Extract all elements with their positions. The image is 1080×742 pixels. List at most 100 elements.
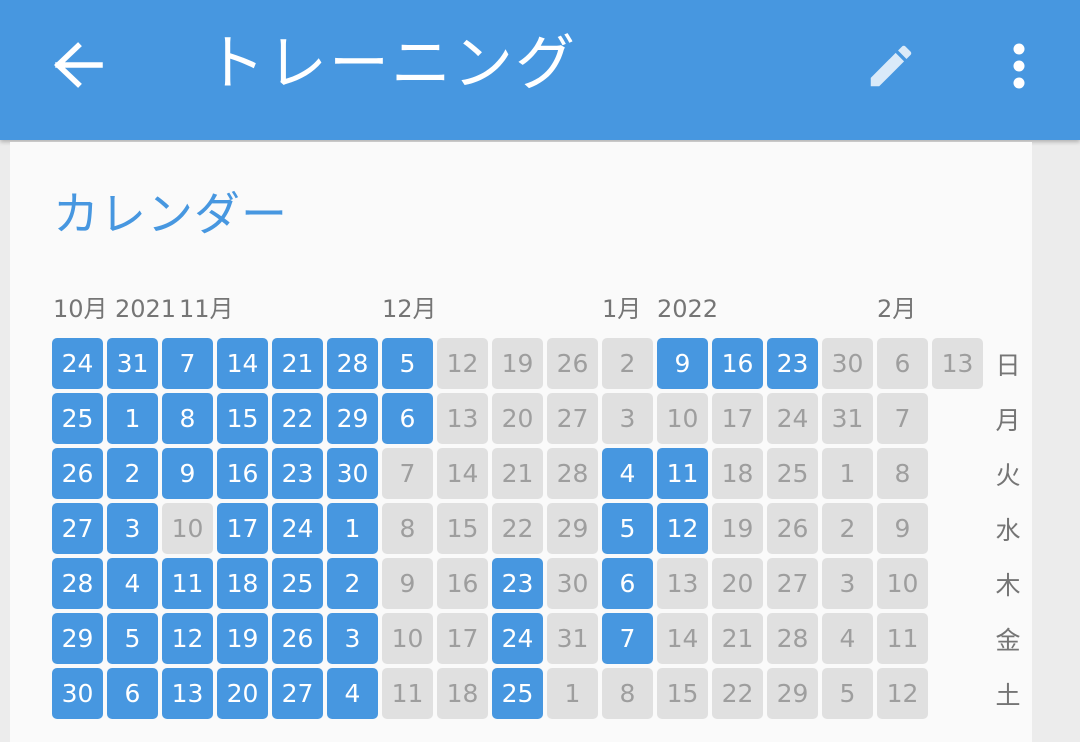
calendar-day-cell: 6: [602, 558, 653, 609]
calendar-day-cell: 22: [712, 668, 763, 719]
calendar-day-cell: 20: [712, 558, 763, 609]
calendar-day-cell: 15: [437, 503, 488, 554]
calendar-day-cell: 1: [547, 668, 598, 719]
calendar-day-cell: 28: [767, 613, 818, 664]
calendar-day-cell: 2: [327, 558, 378, 609]
calendar-day-cell: 17: [217, 503, 268, 554]
calendar-day-cell: 20: [217, 668, 268, 719]
calendar-day-cell: 23: [492, 558, 543, 609]
calendar-day-cell: 20: [492, 393, 543, 444]
calendar-day-cell: 2: [602, 338, 653, 389]
calendar-day-cell: 19: [492, 338, 543, 389]
calendar-day-cell: 30: [822, 338, 873, 389]
calendar-day-cell: 18: [437, 668, 488, 719]
calendar-day-cell: 8: [162, 393, 213, 444]
calendar-day-cell: 13: [162, 668, 213, 719]
calendar-day-cell: 16: [437, 558, 488, 609]
calendar-day-cell: 1: [327, 503, 378, 554]
calendar-day-cell: 5: [822, 668, 873, 719]
calendar-day-cell: 10: [877, 558, 928, 609]
calendar-day-cell: 7: [382, 448, 433, 499]
month-label-january: 1月: [602, 295, 642, 323]
weekday-label: 金: [995, 625, 1021, 655]
weekday-label: 土: [995, 680, 1021, 710]
calendar-day-cell: 5: [382, 338, 433, 389]
calendar-day-cell: 30: [327, 448, 378, 499]
calendar-day-cell: 23: [767, 338, 818, 389]
app-bar: トレーニング: [0, 0, 1080, 140]
weekday-label: 月: [995, 405, 1021, 435]
calendar-day-cell: 11: [657, 448, 708, 499]
calendar-day-cell: 28: [52, 558, 103, 609]
calendar-day-cell: 24: [52, 338, 103, 389]
calendar-day-cell: 12: [877, 668, 928, 719]
calendar-day-cell: 11: [162, 558, 213, 609]
calendar-day-cell: 30: [52, 668, 103, 719]
calendar-day-cell: 27: [272, 668, 323, 719]
calendar-day-cell: 29: [767, 668, 818, 719]
calendar-day-cell: 3: [822, 558, 873, 609]
edit-button[interactable]: [862, 38, 920, 94]
calendar-day-cell: 14: [217, 338, 268, 389]
calendar-day-cell: 4: [327, 668, 378, 719]
calendar-day-cell: 8: [602, 668, 653, 719]
calendar-day-cell: 7: [602, 613, 653, 664]
calendar-day-cell: 29: [52, 613, 103, 664]
calendar-day-cell: 13: [657, 558, 708, 609]
calendar-day-cell: 1: [822, 448, 873, 499]
calendar-day-cell: 12: [162, 613, 213, 664]
calendar-day-cell: 12: [657, 503, 708, 554]
calendar-day-cell: 25: [767, 448, 818, 499]
more-vert-icon: [1013, 43, 1025, 89]
calendar-day-cell: 23: [272, 448, 323, 499]
calendar-day-cell: 10: [382, 613, 433, 664]
calendar-day-cell: 25: [492, 668, 543, 719]
calendar-day-cell: 24: [767, 393, 818, 444]
calendar-day-cell: 13: [932, 338, 983, 389]
more-options-button[interactable]: [998, 38, 1040, 94]
calendar-day-cell: 10: [657, 393, 708, 444]
calendar-day-cell: 6: [107, 668, 158, 719]
calendar-day-cell: 28: [327, 338, 378, 389]
calendar-day-cell: 19: [712, 503, 763, 554]
page-title: トレーニング: [205, 29, 577, 99]
month-label-november: 11月: [179, 295, 234, 323]
calendar-day-cell: 24: [492, 613, 543, 664]
back-button[interactable]: [50, 40, 106, 90]
weekday-label: 日: [995, 350, 1021, 380]
calendar-day-cell: 26: [272, 613, 323, 664]
weekday-label: 火: [995, 460, 1021, 490]
calendar-day-cell: 30: [547, 558, 598, 609]
calendar-day-cell: 15: [657, 668, 708, 719]
calendar-day-cell: 7: [162, 338, 213, 389]
calendar-day-cell: 29: [327, 393, 378, 444]
calendar-day-cell: 21: [492, 448, 543, 499]
calendar-day-cell: 13: [437, 393, 488, 444]
calendar-day-cell: 12: [437, 338, 488, 389]
section-title: カレンダー: [53, 187, 288, 241]
month-label-october: 10月: [53, 295, 108, 323]
calendar-day-cell: 4: [822, 613, 873, 664]
calendar-day-cell: 5: [107, 613, 158, 664]
month-label-december: 12月: [382, 295, 437, 323]
calendar-day-cell: 5: [602, 503, 653, 554]
weekday-label: 木: [995, 570, 1021, 600]
month-label-february: 2月: [877, 295, 917, 323]
calendar-day-cell: 8: [877, 448, 928, 499]
calendar-day-cell: 6: [382, 393, 433, 444]
calendar-day-cell: 9: [657, 338, 708, 389]
calendar-day-cell: 18: [712, 448, 763, 499]
year-label-2022: 2022: [657, 295, 719, 323]
calendar-day-cell: 3: [327, 613, 378, 664]
calendar-day-cell: 19: [217, 613, 268, 664]
calendar-day-cell: 25: [272, 558, 323, 609]
calendar-day-cell: 2: [107, 448, 158, 499]
calendar-day-cell: 27: [52, 503, 103, 554]
calendar-day-cell: 31: [107, 338, 158, 389]
calendar-day-cell: 29: [547, 503, 598, 554]
calendar-day-cell: 15: [217, 393, 268, 444]
calendar-day-cell: 26: [52, 448, 103, 499]
calendar-day-cell: 21: [712, 613, 763, 664]
calendar-day-cell: 6: [877, 338, 928, 389]
calendar-day-cell: 28: [547, 448, 598, 499]
